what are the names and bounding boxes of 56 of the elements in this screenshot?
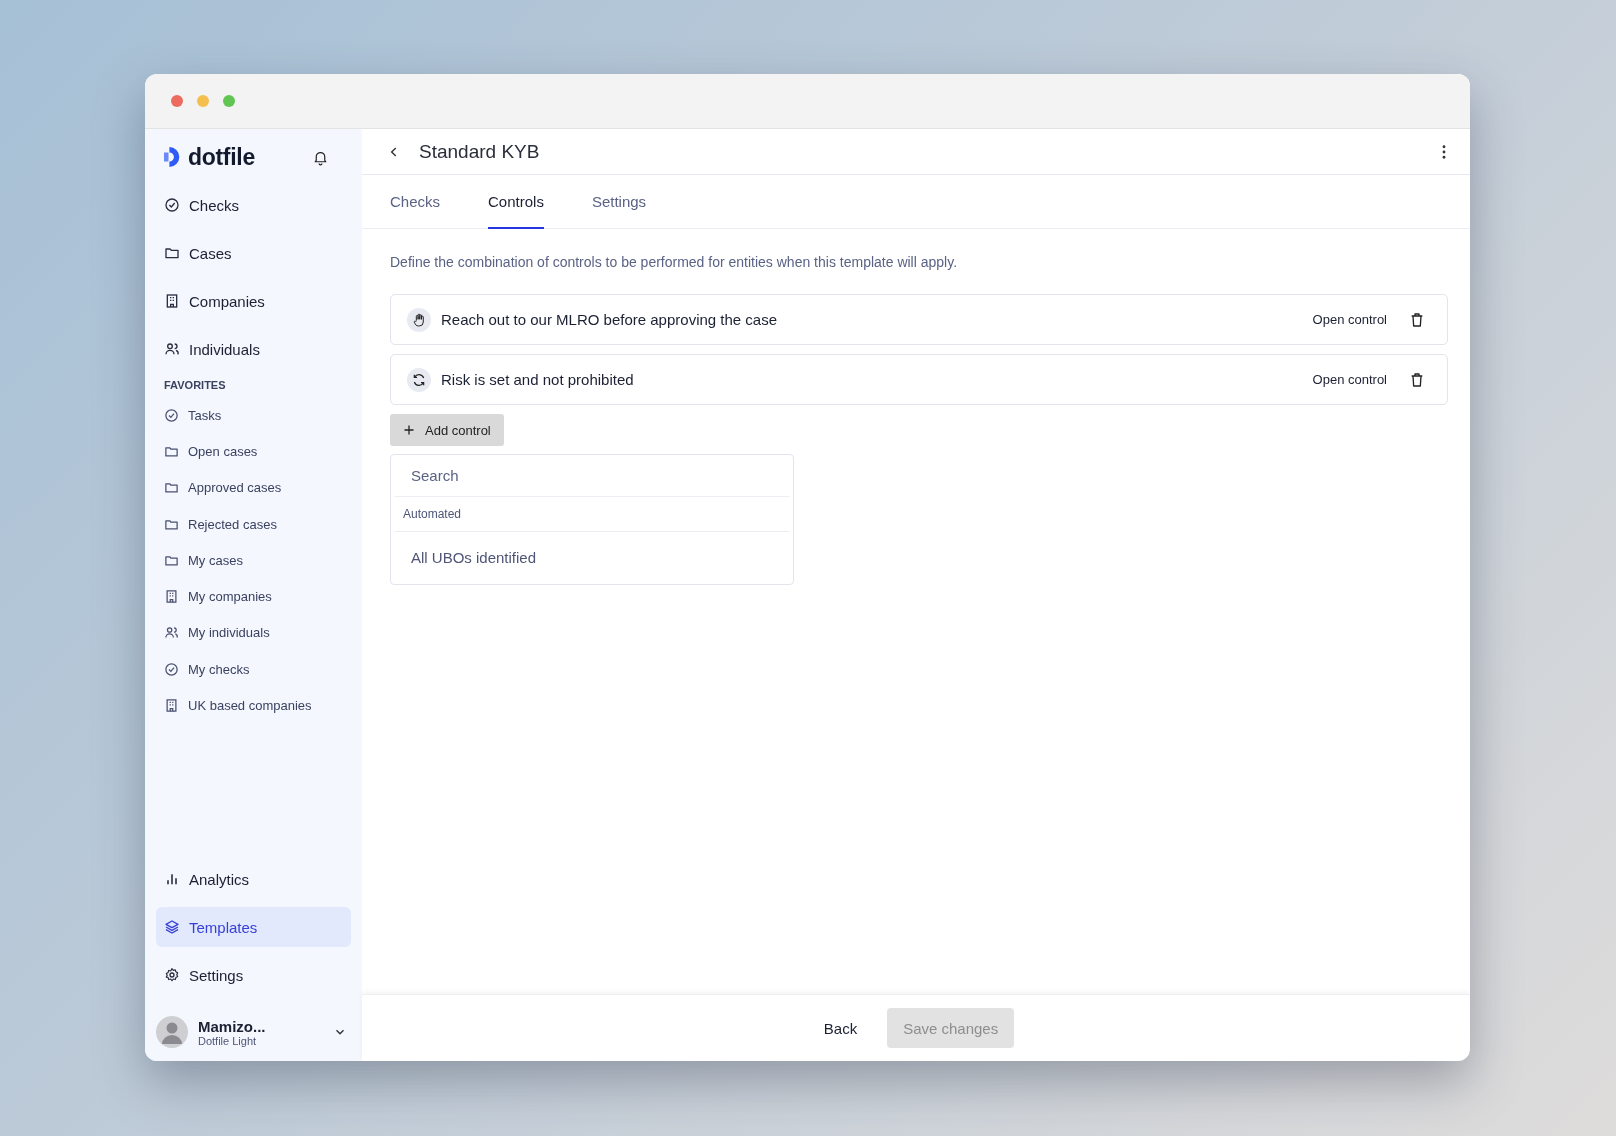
nav-item[interactable]: Checks <box>156 185 351 225</box>
avatar-icon <box>156 1016 188 1048</box>
plus-icon <box>403 424 415 436</box>
dropdown-option[interactable]: All UBOs identified <box>395 532 789 584</box>
dropdown-menu[interactable]: Search Automated All UBOs identified <box>390 454 794 585</box>
add-control-button[interactable]: Add control <box>390 414 504 446</box>
workspace-name: Dotfile Light <box>198 1034 258 1047</box>
tab[interactable]: Settings <box>591 175 647 229</box>
page-title: Standard KYB <box>419 140 541 163</box>
more-options-icon[interactable] <box>1442 144 1446 159</box>
favorite-item[interactable]: My companies <box>156 578 351 615</box>
favorite-item[interactable]: Rejected cases <box>156 505 351 543</box>
chart-icon <box>164 871 180 887</box>
favorite-item[interactable]: Open cases <box>156 433 351 470</box>
folder-icon <box>164 480 179 496</box>
group-heading: Automated <box>395 497 789 532</box>
nav-item[interactable]: Companies <box>156 281 351 321</box>
company-icon <box>164 698 179 713</box>
nav-item[interactable]: Analytics <box>156 859 351 899</box>
favorite-item[interactable]: My cases <box>156 542 351 579</box>
hand-icon <box>407 307 431 332</box>
check-icon <box>164 407 179 423</box>
company-icon <box>164 293 180 309</box>
back-button[interactable]: Back <box>817 1011 864 1045</box>
trash-icon[interactable] <box>1409 311 1425 328</box>
favorite-item[interactable]: My individuals <box>156 614 351 652</box>
nav-item[interactable]: Templates <box>156 907 351 947</box>
trash-icon[interactable] <box>1409 371 1425 388</box>
favorite-item[interactable]: UK based companies <box>156 687 351 724</box>
people-icon <box>164 625 179 641</box>
control-title: Risk is set and not prohibited <box>441 371 635 388</box>
check-icon <box>164 197 180 213</box>
logo-icon <box>164 146 182 168</box>
company-icon <box>164 589 179 605</box>
description-text: Define the combination of controls to be performed for entities when this template will apply. <box>390 254 958 270</box>
nav-item[interactable]: Individuals <box>156 329 351 369</box>
nav-item[interactable]: Settings <box>156 955 351 995</box>
open-control-link[interactable]: Open control <box>1312 312 1387 327</box>
open-control-link[interactable]: Open control <box>1312 372 1387 387</box>
favorite-item[interactable]: Approved cases <box>156 469 351 506</box>
layers-icon <box>164 919 180 935</box>
tab[interactable]: Controls <box>488 175 544 229</box>
favorite-item[interactable]: My checks <box>156 651 351 688</box>
close-window-button[interactable] <box>171 95 183 107</box>
user-name: Mamizo... <box>198 1017 267 1035</box>
section-heading: FAVORITES <box>163 379 227 391</box>
check-icon <box>164 661 179 677</box>
settings-icon <box>164 967 180 983</box>
control-title: Reach out to our MLRO before approving the case <box>441 311 779 328</box>
tab[interactable]: Checks <box>390 175 441 229</box>
refresh-icon <box>407 367 431 392</box>
people-icon <box>164 341 180 357</box>
nav-item[interactable]: Cases <box>156 233 351 273</box>
folder-icon <box>164 245 180 261</box>
favorite-item[interactable]: Tasks <box>156 397 351 434</box>
logo-text: dotfile <box>188 143 255 171</box>
